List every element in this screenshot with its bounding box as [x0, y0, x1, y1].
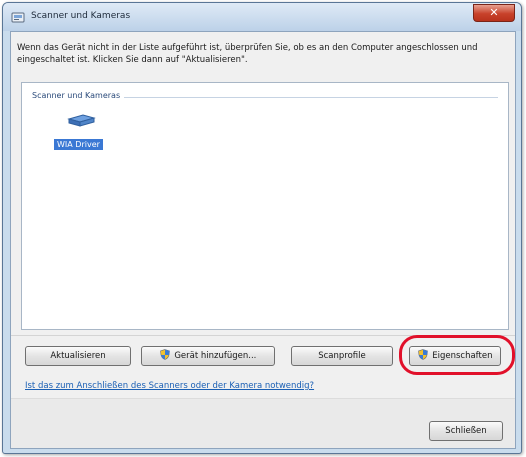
device-label: WIA Driver [54, 139, 103, 150]
close-window-button[interactable]: ✕ [473, 4, 515, 22]
title-bar[interactable]: Scanner und Kameras ✕ [3, 3, 521, 31]
add-device-button-label: Gerät hinzufügen... [174, 351, 257, 361]
scanner-icon [67, 114, 96, 127]
close-button-label: Schließen [445, 426, 487, 436]
close-button[interactable]: Schließen [429, 421, 503, 441]
refresh-button[interactable]: Aktualisieren [25, 346, 131, 366]
dialog-footer: Schließen [11, 398, 515, 448]
uac-shield-icon [159, 349, 170, 360]
instructions-text: Wenn das Gerät nicht in der Liste aufgef… [17, 43, 478, 65]
close-icon: ✕ [489, 6, 499, 19]
device-item-wia-driver[interactable]: WIA Driver [50, 113, 112, 163]
add-device-button[interactable]: Gerät hinzufügen... [141, 346, 275, 366]
group-label: Scanner und Kameras [32, 91, 125, 100]
scan-profiles-button[interactable]: Scanprofile [291, 346, 393, 366]
scan-profiles-button-label: Scanprofile [318, 351, 366, 361]
help-link[interactable]: Ist das zum Anschließen des Scanners ode… [25, 381, 314, 391]
dialog-window: Scanner und Kameras ✕ Wenn das Gerät nic… [2, 2, 522, 454]
window-title: Scanner und Kameras [31, 11, 131, 21]
scanner-app-icon [11, 12, 25, 23]
device-group-header: Scanner und Kameras [32, 91, 498, 103]
dialog-content: Wenn das Gerät nicht in der Liste aufgef… [10, 31, 516, 449]
refresh-button-label: Aktualisieren [50, 351, 106, 361]
properties-highlight-ring [399, 335, 515, 375]
device-list[interactable]: Scanner und Kameras WIA Driver [21, 82, 509, 330]
